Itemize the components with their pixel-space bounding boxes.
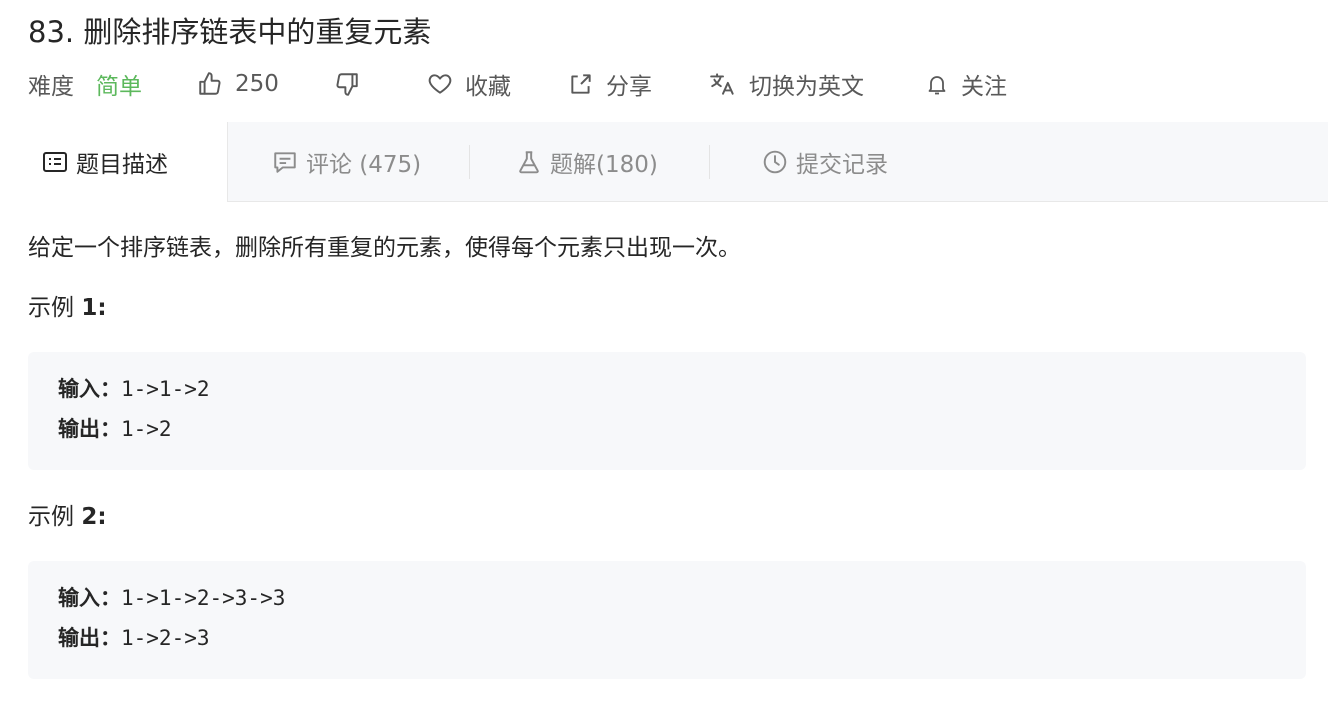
- favorite-label: 收藏: [465, 74, 511, 100]
- clock-icon: [763, 150, 787, 173]
- translate-icon: [710, 73, 734, 95]
- tab-submissions[interactable]: 提交记录: [762, 122, 888, 201]
- share-icon: [571, 74, 591, 94]
- example-code-block: 输入：1->1->2->3->3 输出：1->2->3: [28, 561, 1306, 679]
- input-value: 1->1->2: [121, 377, 210, 401]
- problem-header: 83. 删除排序链表中的重复元素 难度 简单 250 收藏 分享 切换为英文 关…: [0, 0, 1328, 122]
- example-title: 示例 1:: [28, 290, 107, 326]
- input-label: 输入：: [58, 377, 121, 401]
- output-label: 输出：: [58, 626, 121, 650]
- follow-button[interactable]: 关注: [925, 62, 1007, 106]
- example-title-number: 2:: [81, 504, 107, 530]
- example-title: 示例 2:: [28, 499, 107, 535]
- output-value: 1->2: [121, 417, 172, 441]
- output-value: 1->2->3: [121, 626, 210, 650]
- example-output-line: 输出：1->2->3: [58, 618, 210, 658]
- thumbs-down-icon: [336, 73, 358, 96]
- thumbs-up-icon: [199, 72, 221, 95]
- bell-icon: [928, 76, 946, 95]
- tab-description-label: 题目描述: [76, 152, 168, 178]
- tab-solutions[interactable]: 题解(180): [516, 122, 658, 201]
- like-button[interactable]: 250: [197, 62, 279, 106]
- difficulty: 难度 简单: [28, 62, 142, 106]
- example-code-block: 输入：1->1->2 输出：1->2: [28, 352, 1306, 470]
- flask-icon: [519, 150, 539, 173]
- share-button[interactable]: 分享: [568, 62, 652, 106]
- tab-submissions-label: 提交记录: [796, 151, 888, 178]
- example-title-prefix: 示例: [28, 504, 74, 530]
- tab-comments-label: 评论 (475): [306, 151, 422, 178]
- input-value: 1->1->2->3->3: [121, 586, 286, 610]
- tab-divider: [709, 145, 710, 179]
- tab-solutions-label: 题解(180): [550, 151, 658, 178]
- example-title-number: 1:: [81, 295, 107, 321]
- heart-icon: [428, 74, 452, 94]
- follow-label: 关注: [961, 74, 1007, 100]
- problem-title: 83. 删除排序链表中的重复元素: [28, 15, 432, 49]
- example-input-line: 输入：1->1->2: [58, 369, 210, 409]
- comment-icon: [274, 151, 296, 173]
- description-icon: [43, 152, 67, 172]
- like-count: 250: [235, 71, 279, 97]
- problem-tabs: 题目描述 评论 (475) 题解(180) 提交记录: [0, 122, 1328, 202]
- problem-page: 83. 删除排序链表中的重复元素 难度 简单 250 收藏 分享 切换为英文 关…: [0, 0, 1328, 702]
- tab-description[interactable]: 题目描述: [0, 122, 228, 202]
- favorite-button[interactable]: 收藏: [427, 62, 511, 106]
- example-title-prefix: 示例: [28, 295, 74, 321]
- problem-description: 给定一个排序链表，删除所有重复的元素，使得每个元素只出现一次。: [28, 235, 741, 261]
- translate-button[interactable]: 切换为英文: [709, 62, 864, 106]
- tab-divider: [469, 145, 470, 179]
- share-label: 分享: [606, 74, 652, 100]
- difficulty-label: 难度: [28, 74, 74, 100]
- translate-label: 切换为英文: [749, 74, 864, 100]
- example-output-line: 输出：1->2: [58, 409, 172, 449]
- dislike-button[interactable]: [334, 62, 360, 106]
- tab-comments[interactable]: 评论 (475): [272, 122, 421, 201]
- problem-meta-bar: 难度 简单 250 收藏 分享 切换为英文 关注: [0, 62, 1328, 106]
- input-label: 输入：: [58, 586, 121, 610]
- example-input-line: 输入：1->1->2->3->3: [58, 578, 285, 618]
- output-label: 输出：: [58, 417, 121, 441]
- difficulty-value: 简单: [96, 74, 142, 100]
